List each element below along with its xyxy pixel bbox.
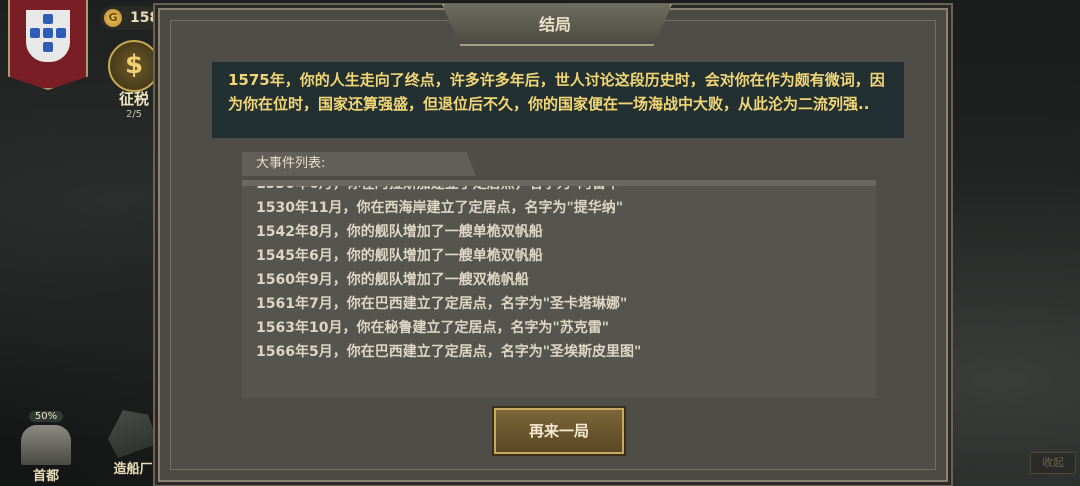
event-item: 1561年7月，你在巴西建立了定居点，名字为"圣卡塔琳娜" <box>256 296 628 312</box>
event-item: 1530年11月，你在西海岸建立了定居点，名字为"提华纳" <box>256 200 624 216</box>
event-item: 1560年9月，你的舰队增加了一艘双桅帆船 <box>256 272 529 288</box>
event-item: 1542年8月，你的舰队增加了一艘单桅双帆船 <box>256 224 543 240</box>
ship-icon <box>108 410 158 458</box>
play-again-button[interactable]: 再来一局 <box>494 408 624 454</box>
portugal-shield-icon <box>26 10 70 62</box>
capital-label: 首都 <box>32 469 59 484</box>
tax-button[interactable]: $ 征税 2/5 <box>108 40 160 120</box>
shipyard-label: 造船厂 <box>113 462 153 477</box>
event-item: 1545年6月，你的舰队增加了一艘单桅双帆船 <box>256 248 543 264</box>
tax-label: 征税 <box>118 90 149 108</box>
event-item: 1563年10月，你在秘鲁建立了定居点，名字为"苏克雷" <box>256 320 610 336</box>
collapse-button[interactable]: 收起 <box>1030 452 1076 474</box>
dialog-title: 结局 <box>538 15 571 34</box>
coin-amount: 158 <box>130 10 160 26</box>
nation-flag[interactable] <box>8 0 88 90</box>
event-item: 1530年6月，你在阿拉斯加建立了定居点，名字为"阿留申" <box>256 180 628 192</box>
shipyard-button[interactable]: 造船厂 <box>104 410 162 477</box>
capital-building-icon <box>21 425 71 465</box>
events-header: 大事件列表: <box>242 152 476 176</box>
coin-counter: G 158 <box>100 6 160 30</box>
ending-summary: 1575年，你的人生走向了终点，许多许多年后，世人讨论这段历史时，会对你在作为颇… <box>212 62 904 138</box>
capital-percent: 50% <box>28 411 64 422</box>
ending-dialog: 结局 1575年，你的人生走向了终点，许多许多年后，世人讨论这段历史时，会对你在… <box>158 4 948 482</box>
event-item: 1566年5月，你在巴西建立了定居点，名字为"圣埃斯皮里图" <box>256 344 642 360</box>
capital-button[interactable]: 50% 首都 <box>16 404 76 484</box>
events-list: 1530年6月，你在阿拉斯加建立了定居点，名字为"阿留申" 1530年11月，你… <box>242 180 642 364</box>
events-list-panel[interactable]: 1530年6月，你在阿拉斯加建立了定居点，名字为"阿留申" 1530年11月，你… <box>242 180 876 398</box>
tax-count: 2/5 <box>125 109 143 120</box>
coin-icon: G <box>104 9 122 27</box>
dollar-icon: $ <box>108 40 160 92</box>
